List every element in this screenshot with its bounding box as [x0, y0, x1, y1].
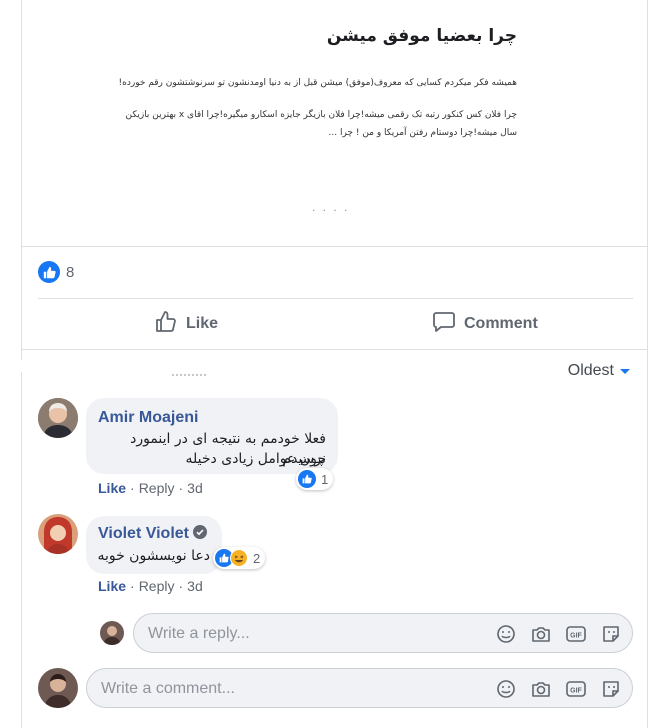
comment-timestamp[interactable]: 3d — [187, 578, 203, 594]
comment-meta: Like · Reply · 3d — [98, 480, 203, 496]
sticker-icon[interactable] — [600, 623, 622, 645]
comment-author-name: Violet Violet — [98, 525, 189, 542]
comment-input[interactable] — [101, 678, 421, 700]
sort-label: Oldest — [567, 362, 614, 379]
card-border — [647, 0, 648, 728]
camera-icon[interactable] — [530, 623, 552, 645]
comment-reactions[interactable]: 1 — [296, 468, 334, 490]
comment-text: دعا نویسشون خوبه — [97, 548, 210, 564]
svg-text:GIF: GIF — [570, 633, 582, 640]
like-icon — [38, 261, 60, 283]
comment-input-box: GIF — [86, 668, 633, 708]
divider — [38, 298, 633, 299]
emoji-icon[interactable] — [495, 623, 517, 645]
comment-sort-dropdown[interactable]: Oldest — [568, 362, 630, 380]
gif-icon[interactable]: GIF — [565, 623, 587, 645]
gif-icon[interactable]: GIF — [565, 678, 587, 700]
verified-badge-icon — [193, 525, 207, 539]
reaction-count: 8 — [66, 263, 75, 281]
article-paragraph: چرا فلان کس کنکور رتبه تک رقمی میشه!چرا … — [125, 110, 517, 138]
comment-like-link[interactable]: Like — [98, 578, 126, 594]
comment-reaction-count: 2 — [253, 550, 261, 566]
like-button[interactable]: Like — [154, 306, 218, 342]
avatar[interactable] — [38, 514, 78, 554]
comment-author[interactable]: Violet Violet — [98, 525, 207, 543]
comment-meta: Like · Reply · 3d — [98, 578, 203, 594]
comment-reply-link[interactable]: Reply — [139, 480, 175, 496]
card-border — [21, 372, 22, 728]
article-title: چرا بعضیا موفق میشن — [326, 26, 517, 46]
svg-text:GIF: GIF — [570, 688, 582, 695]
article-preview[interactable]: چرا بعضیا موفق میشن همیشه فکر میکردم کسا… — [22, 0, 647, 247]
comment-like-link[interactable]: Like — [98, 480, 126, 496]
comment-icon — [432, 310, 456, 339]
camera-icon[interactable] — [530, 678, 552, 700]
comment-button[interactable]: Comment — [432, 306, 538, 342]
current-user-avatar[interactable] — [38, 668, 78, 708]
like-button-label: Like — [186, 315, 219, 332]
emoji-icon[interactable] — [495, 678, 517, 700]
comment-author[interactable]: Amir Moajeni — [98, 409, 198, 427]
article-paragraph: همیشه فکر میکردم کسایی که معروف(موفق) می… — [118, 78, 517, 88]
scroll-fade — [172, 374, 206, 378]
article-more-indicator: . . . . — [312, 200, 350, 214]
reply-input-box: GIF — [133, 613, 633, 653]
divider — [22, 349, 647, 350]
reply-tools: GIF — [495, 623, 622, 645]
caret-down-icon — [620, 368, 630, 374]
current-user-avatar[interactable] — [100, 621, 124, 645]
thumbs-up-icon — [154, 310, 178, 339]
reply-input[interactable] — [148, 623, 468, 645]
comment-button-label: Comment — [464, 315, 538, 332]
comment-reaction-count: 1 — [321, 471, 329, 487]
comment-reply-link[interactable]: Reply — [139, 578, 175, 594]
reactions-summary[interactable]: 8 — [38, 261, 74, 283]
comment-timestamp[interactable]: 3d — [187, 480, 203, 496]
avatar[interactable] — [38, 398, 78, 438]
comment-text: چون عوامل زیادی دخیله — [185, 451, 326, 467]
comment-reactions[interactable]: 2 — [213, 547, 266, 569]
comment-tools: GIF — [495, 678, 622, 700]
sticker-icon[interactable] — [600, 678, 622, 700]
haha-icon — [230, 549, 248, 567]
like-icon — [298, 470, 316, 488]
